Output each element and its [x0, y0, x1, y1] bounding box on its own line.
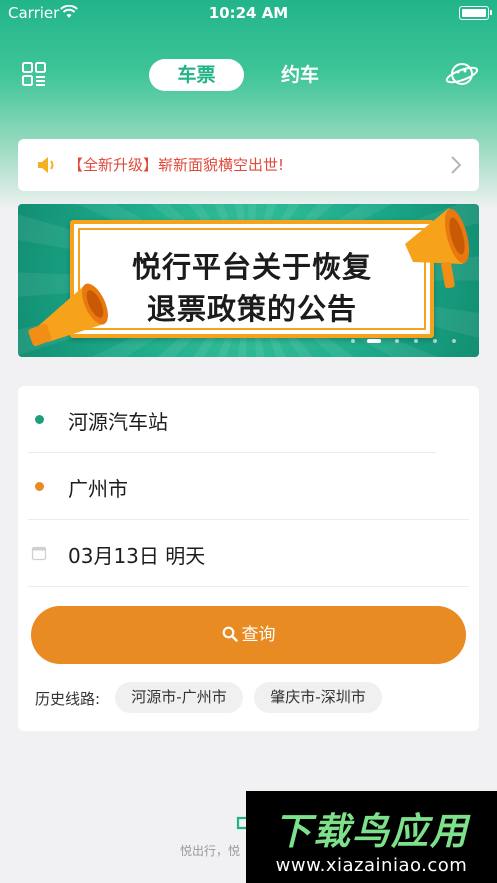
pagination-dot[interactable]: [452, 339, 456, 343]
watermark-url: www.xiazainiao.com: [275, 855, 468, 876]
banner-board: 悦行平台关于恢复 退票政策的公告: [70, 220, 434, 338]
notice-text: 【全新升级】崭新面貌横空出世!: [68, 156, 285, 174]
history-route-chip[interactable]: 肇庆市-深圳市: [254, 682, 382, 713]
destination-value: 广州市: [68, 477, 128, 501]
footer-slogan: 悦出行，悦: [180, 844, 241, 858]
battery-icon: [459, 6, 492, 20]
status-time: 10:24 AM: [208, 4, 289, 22]
megaphone-right-icon: [405, 208, 470, 289]
notice-bar[interactable]: 【全新升级】崭新面貌横空出世!: [18, 139, 479, 191]
destination-field[interactable]: 广州市: [18, 453, 479, 519]
nav-bar: 车票 约车: [0, 52, 497, 98]
banner-title-line-1: 悦行平台关于恢复: [131, 250, 372, 284]
announcement-banner[interactable]: 悦行平台关于恢复 退票政策的公告: [18, 204, 479, 357]
pagination-dot[interactable]: [351, 339, 355, 343]
departure-dot: [35, 415, 44, 424]
tab-carpool[interactable]: 约车: [265, 59, 335, 91]
destination-dot: [35, 482, 44, 491]
banner-pagination: [351, 339, 463, 345]
departure-field[interactable]: 河源汽车站: [18, 386, 479, 452]
status-bar: Carrier 10:24 AM: [0, 0, 497, 28]
pagination-dot[interactable]: [433, 339, 437, 343]
ticket-search-card: 河源汽车站 广州市 03月13日 明天 查询 历史线路: 河源市-广州市 肇庆市…: [18, 386, 479, 731]
history-route-chip[interactable]: 河源市-广州市: [115, 682, 243, 713]
megaphone-left-icon: [28, 283, 108, 347]
watermark-overlay: 下载鸟应用 www.xiazainiao.com: [246, 791, 497, 883]
query-button-label: 查询: [241, 625, 276, 645]
scan-icon[interactable]: [20, 60, 48, 88]
pagination-dot[interactable]: [395, 339, 399, 343]
calendar-icon: [31, 546, 47, 561]
history-label: 历史线路:: [35, 690, 101, 708]
watermark-title: 下载鸟应用: [274, 810, 469, 853]
search-icon: [222, 626, 238, 642]
date-value: 03月13日 明天: [68, 544, 206, 568]
planet-icon[interactable]: [445, 58, 479, 90]
departure-value: 河源汽车站: [68, 410, 168, 434]
query-button[interactable]: 查询: [31, 606, 466, 664]
banner-title-line-2: 退票政策的公告: [146, 292, 357, 326]
divider: [28, 586, 469, 587]
pagination-dot-active[interactable]: [367, 339, 381, 343]
date-field[interactable]: 03月13日 明天: [18, 520, 479, 586]
speaker-icon: [38, 157, 54, 173]
pagination-dot[interactable]: [414, 339, 418, 343]
tab-ticket[interactable]: 车票: [149, 59, 244, 91]
chevron-right-icon: [451, 156, 461, 174]
